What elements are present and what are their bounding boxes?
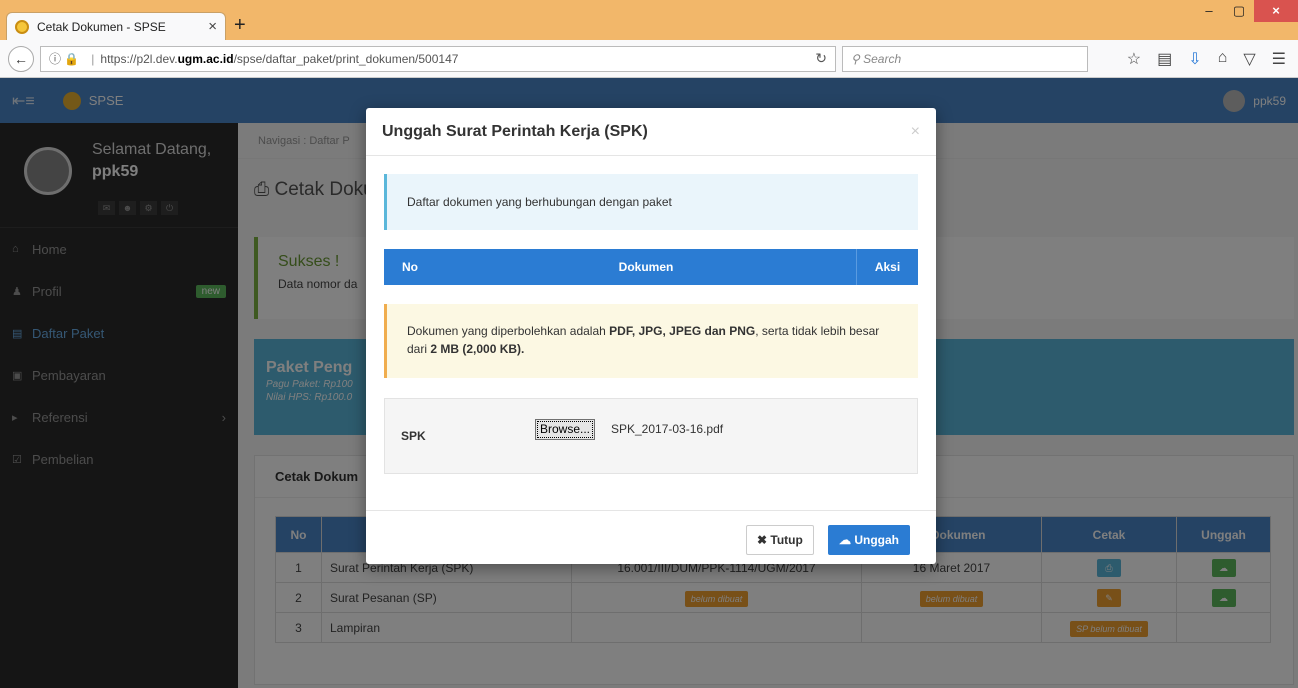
reading-list-icon[interactable]: ▤: [1157, 49, 1172, 69]
modal-col-dokumen: Dokumen: [618, 260, 674, 274]
close-icon: ✖: [757, 533, 771, 547]
url-prefix: https://p2l.dev.: [100, 51, 178, 66]
tutup-label: Tutup: [770, 533, 803, 547]
back-button[interactable]: ←: [8, 45, 34, 72]
favicon-icon: [15, 19, 29, 34]
modal-col-aksi: Aksi: [856, 249, 918, 285]
browse-button[interactable]: Browse...: [535, 419, 596, 440]
info-callout: Daftar dokumen yang berhubungan dengan p…: [384, 174, 918, 230]
modal-title: Unggah Surat Perintah Kerja (SPK): [382, 122, 648, 140]
hamburger-menu-icon[interactable]: ☰: [1272, 49, 1286, 69]
warn-file-types: PDF, JPG, JPEG dan PNG: [609, 324, 756, 338]
unggah-label: Unggah: [854, 533, 900, 547]
search-placeholder: Search: [863, 51, 902, 66]
url-separator: |: [91, 51, 95, 66]
toolbar-icons: ☆ ▤ ⇩ ⌂ ▽ ☰: [1127, 49, 1290, 69]
upload-modal: Unggah Surat Perintah Kerja (SPK) × Daft…: [366, 108, 936, 564]
tab-title: Cetak Dokumen - SPSE: [37, 19, 166, 34]
close-window-button[interactable]: ×: [1254, 0, 1298, 22]
new-tab-button[interactable]: +: [234, 14, 246, 37]
upload-form: SPK Browse... SPK_2017-03-16.pdf: [384, 398, 918, 474]
info-icon[interactable]: ⓘ: [49, 50, 64, 67]
browser-navbar: ← ⓘ 🔒 | https://p2l.dev. ugm.ac.id/spse/d…: [0, 40, 1298, 78]
modal-footer: ✖ Tutup ☁ Unggah: [366, 510, 936, 564]
browser-tab-bar: Cetak Dokumen - SPSE × + – ▢ ×: [0, 0, 1298, 40]
modal-header: Unggah Surat Perintah Kerja (SPK) ×: [366, 108, 936, 156]
maximize-button[interactable]: ▢: [1224, 0, 1254, 22]
tab-close-icon[interactable]: ×: [208, 18, 217, 35]
cloud-upload-icon: ☁: [839, 533, 855, 547]
minimize-button[interactable]: –: [1194, 0, 1224, 22]
url-bar[interactable]: ⓘ 🔒 | https://p2l.dev. ugm.ac.id/spse/daf…: [40, 45, 836, 72]
info-text: Daftar dokumen yang berhubungan dengan p…: [407, 195, 672, 209]
pocket-icon[interactable]: ▽: [1243, 49, 1255, 69]
warning-callout: Dokumen yang diperbolehkan adalah PDF, J…: [384, 304, 918, 378]
tutup-button[interactable]: ✖ Tutup: [746, 525, 814, 555]
lock-icon: 🔒: [64, 51, 80, 66]
warn-text-pre: Dokumen yang diperbolehkan adalah: [407, 324, 610, 338]
download-icon[interactable]: ⇩: [1188, 49, 1201, 69]
browser-tab[interactable]: Cetak Dokumen - SPSE ×: [6, 12, 226, 40]
window-controls: – ▢ ×: [1194, 0, 1298, 22]
home-browser-icon[interactable]: ⌂: [1218, 49, 1228, 69]
bookmark-star-icon[interactable]: ☆: [1127, 49, 1141, 69]
modal-col-no: No: [402, 260, 418, 274]
modal-table-header: No Dokumen Aksi: [384, 249, 918, 285]
url-path: /spse/daftar_paket/print_dokumen/500147: [233, 51, 459, 66]
search-input[interactable]: ⚲ Search: [842, 45, 1088, 72]
url-domain: ugm.ac.id: [177, 51, 234, 66]
modal-close-icon[interactable]: ×: [911, 123, 920, 141]
spk-field-label: SPK: [401, 429, 426, 443]
reload-icon[interactable]: ↻: [815, 50, 827, 67]
search-icon: ⚲: [851, 51, 864, 66]
unggah-button[interactable]: ☁ Unggah: [828, 525, 911, 555]
selected-file-name: SPK_2017-03-16.pdf: [611, 422, 724, 436]
warn-file-size: 2 MB (2,000 KB).: [430, 342, 525, 356]
